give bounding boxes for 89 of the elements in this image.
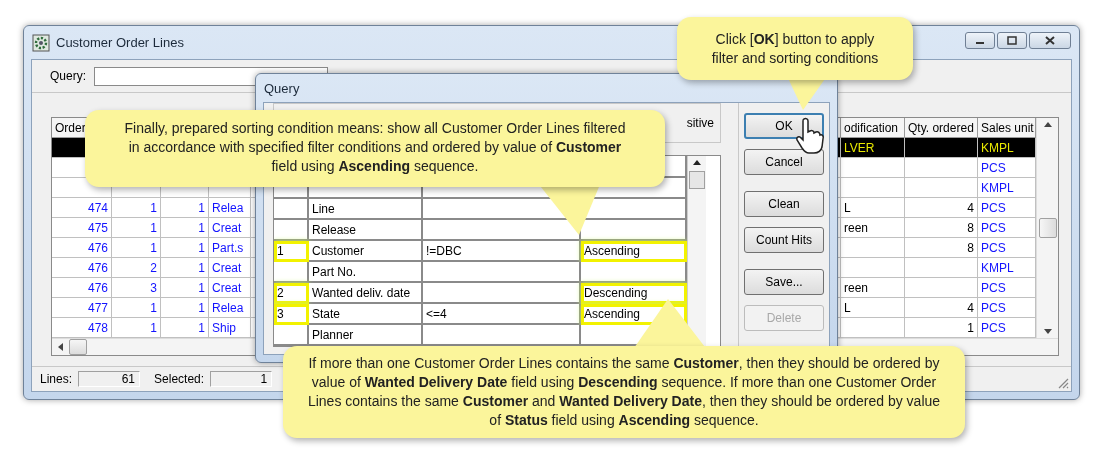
column-header[interactable]: odification [841,118,905,138]
table-cell: reen [841,218,905,238]
table-cell: Relea [209,298,251,318]
value-cell[interactable] [423,262,581,283]
field-cell: Release [309,220,423,241]
dialog-button[interactable]: Save... [744,269,824,295]
minimize-button[interactable] [965,32,995,49]
selected-label: Selected: [154,372,205,386]
selected-count: 1 [210,371,273,387]
table-cell: L [841,298,905,318]
sort-order-cell[interactable] [274,220,309,241]
resize-grip-icon[interactable] [1057,377,1069,389]
table-cell: 477 [52,298,112,318]
window-title: Customer Order Lines [56,35,184,50]
table-cell: 1 [161,218,209,238]
dialog-button[interactable]: Clean [744,191,824,217]
table-cell: 3 [112,278,161,298]
query-label: Query: [50,69,86,83]
field-cell: State [309,304,423,325]
field-cell: Wanted deliv. date [309,283,423,304]
scroll-left-icon[interactable] [58,343,63,351]
sort-order-cell[interactable] [274,262,309,283]
table-cell: reen [841,278,905,298]
sort-order-cell[interactable]: 2 [274,283,309,304]
table-cell: 4 [905,298,978,318]
table-cell: Part.s [209,238,251,258]
close-button[interactable] [1029,32,1071,49]
dialog-title: Query [264,80,300,96]
scroll-up-icon[interactable] [1043,122,1052,127]
sort-cell[interactable] [581,262,687,283]
scroll-up-icon[interactable] [693,160,701,165]
vertical-scrollbar[interactable] [687,156,706,346]
hand-cursor-icon [795,117,825,155]
table-cell: L [841,198,905,218]
table-cell: 8 [905,238,978,258]
table-cell: 1 [161,198,209,218]
table-cell: 1 [112,198,161,218]
field-cell: Line [309,199,423,220]
table-cell: Creat [209,258,251,278]
scroll-down-icon[interactable] [1043,329,1052,334]
table-cell: 1 [161,238,209,258]
value-cell[interactable]: <=4 [423,304,581,325]
value-cell[interactable]: !=DBC [423,241,581,262]
value-cell[interactable] [423,283,581,304]
table-cell: 1 [112,238,161,258]
sort-cell[interactable]: Ascending [581,241,687,262]
field-cell: Part No. [309,262,423,283]
field-cell: Planner [309,325,423,346]
table-cell: 8 [905,218,978,238]
column-header[interactable]: Qty. ordered [905,118,978,138]
table-cell: 4 [905,198,978,218]
vertical-scrollbar[interactable] [1036,118,1058,338]
option-label: sitive [686,116,714,130]
table-cell: LVER [841,138,905,158]
table-cell: 474 [52,198,112,218]
sort-order-cell[interactable] [274,199,309,220]
table-cell [841,158,905,178]
table-cell: 1 [112,218,161,238]
table-cell: KMPL [978,138,1036,158]
maximize-button[interactable] [997,32,1027,49]
sort-order-cell[interactable]: 3 [274,304,309,325]
lines-label: Lines: [40,372,73,386]
maximize-icon [1007,36,1017,45]
app-icon [32,33,50,52]
table-cell: 1 [112,298,161,318]
dialog-button[interactable]: Cancel [744,149,824,175]
sort-cell[interactable] [581,220,687,241]
scroll-thumb[interactable] [1038,218,1057,238]
table-cell: Creat [209,218,251,238]
dialog-button[interactable]: Count Hits [744,227,824,253]
sort-order-cell[interactable] [274,325,309,346]
scroll-thumb[interactable] [689,171,705,189]
table-cell: 1 [161,258,209,278]
table-cell: 1 [161,278,209,298]
table-cell: 2 [112,258,161,278]
table-cell: 476 [52,258,112,278]
value-cell[interactable] [423,325,581,346]
table-cell: Creat [209,278,251,298]
sort-order-cell[interactable]: 1 [274,241,309,262]
field-cell: Customer [309,241,423,262]
column-header[interactable]: Sales unit [978,118,1036,138]
table-cell: 475 [52,218,112,238]
table-cell: 476 [52,238,112,258]
scroll-thumb[interactable] [69,339,87,355]
table-cell: 476 [52,278,112,298]
table-cell: Relea [209,198,251,218]
lines-count: 61 [78,371,141,387]
close-icon [1045,36,1055,45]
table-cell: 1 [161,298,209,318]
